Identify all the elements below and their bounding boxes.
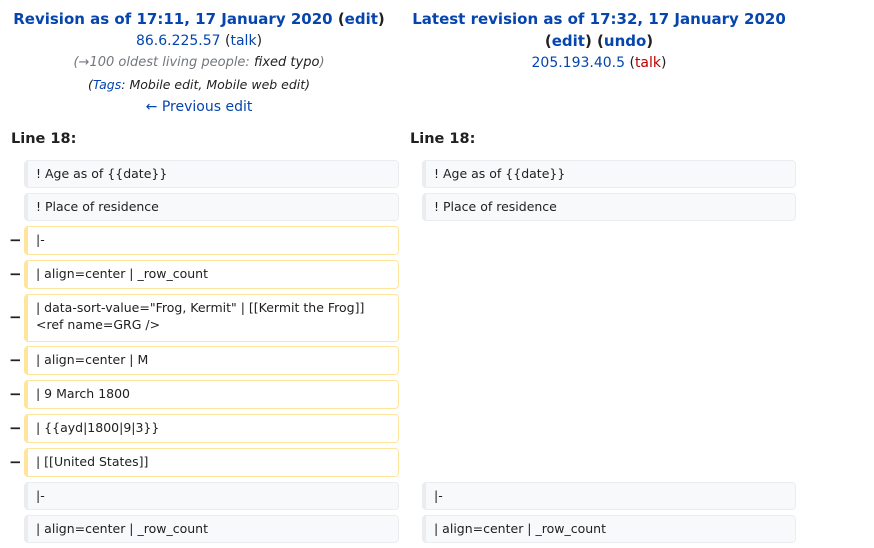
diff-deleted-left: | data-sort-value="Frog, Kermit" | [[Ker… <box>24 294 399 342</box>
diff-context-right: ! Place of residence <box>422 193 796 221</box>
diff-context-left: ! Age as of {{date}} <box>24 160 399 188</box>
left-user-link[interactable]: 86.6.225.57 <box>136 33 221 49</box>
diff-deleted-left: |- <box>24 226 399 255</box>
right-edit-link[interactable]: edit <box>552 32 585 50</box>
previous-edit-line: ← Previous edit <box>0 96 398 118</box>
right-action-links: (edit) (undo) <box>398 30 800 52</box>
paren-close: ) <box>584 32 592 50</box>
left-edit-link[interactable]: edit <box>345 10 378 28</box>
left-revision-title-link[interactable]: Revision as of 17:11, 17 January 2020 <box>13 10 332 28</box>
deleted-line-marker: − <box>9 308 22 326</box>
right-revision-title: Latest revision as of 17:32, 17 January … <box>398 8 800 30</box>
diff-context-right: | align=center | _row_count <box>422 515 796 543</box>
paren-open: ( <box>544 32 552 50</box>
deleted-line-marker: − <box>9 419 22 437</box>
right-user-line: 205.193.40.5 (talk) <box>398 52 800 74</box>
summary-close: ) <box>319 55 325 70</box>
paren-close: ) <box>377 10 385 28</box>
paren-open: ( <box>337 10 345 28</box>
deleted-line-marker: − <box>9 265 22 283</box>
deleted-line-marker: − <box>9 453 22 471</box>
left-revision-title: Revision as of 17:11, 17 January 2020 (e… <box>0 8 398 30</box>
diff-context-right: |- <box>422 482 796 510</box>
diff-deleted-left: | 9 March 1800 <box>24 380 399 409</box>
right-undo-link[interactable]: undo <box>604 32 646 50</box>
diff-context-left: ! Place of residence <box>24 193 399 221</box>
deleted-line-marker: − <box>9 385 22 403</box>
right-line-number: Line 18: <box>410 131 476 147</box>
diff-context-right: ! Age as of {{date}} <box>422 160 796 188</box>
diff-deleted-left: | align=center | M <box>24 346 399 375</box>
paren-open: ( <box>597 32 604 50</box>
diff-deleted-left: | {{ayd|1800|9|3}} <box>24 414 399 443</box>
left-edit-summary: (→100 oldest living people: fixed typo) <box>0 52 398 74</box>
tags-list: : Mobile edit, Mobile web edit) <box>121 77 311 92</box>
previous-edit-link[interactable]: ← Previous edit <box>146 99 253 115</box>
diff-context-left: |- <box>24 482 399 510</box>
diff-context-left: | align=center | _row_count <box>24 515 399 543</box>
deleted-line-marker: − <box>9 231 22 249</box>
left-tags-line: (Tags: Mobile edit, Mobile web edit) <box>0 74 398 96</box>
left-talk-link[interactable]: talk <box>230 33 256 49</box>
right-revision-title-link[interactable]: Latest revision as of 17:32, 17 January … <box>412 10 786 28</box>
left-revision-header: Revision as of 17:11, 17 January 2020 (e… <box>0 8 398 118</box>
right-user-link[interactable]: 205.193.40.5 <box>532 55 626 71</box>
diff-deleted-left: | [[United States]] <box>24 448 399 477</box>
right-talk-link[interactable]: talk <box>635 55 661 71</box>
paren-close: ) <box>646 32 654 50</box>
left-line-number: Line 18: <box>11 131 77 147</box>
paren-close: ) <box>256 33 263 49</box>
right-revision-header: Latest revision as of 17:32, 17 January … <box>398 8 800 74</box>
deleted-line-marker: − <box>9 351 22 369</box>
diff-deleted-left: | align=center | _row_count <box>24 260 399 289</box>
summary-text: fixed typo <box>249 55 320 70</box>
paren-close: ) <box>661 55 667 71</box>
tags-link[interactable]: Tags <box>93 77 121 92</box>
summary-section-link[interactable]: 100 oldest living people: <box>89 55 249 70</box>
left-user-line: 86.6.225.57 (talk) <box>0 30 398 52</box>
summary-arrow[interactable]: (→ <box>73 55 89 70</box>
